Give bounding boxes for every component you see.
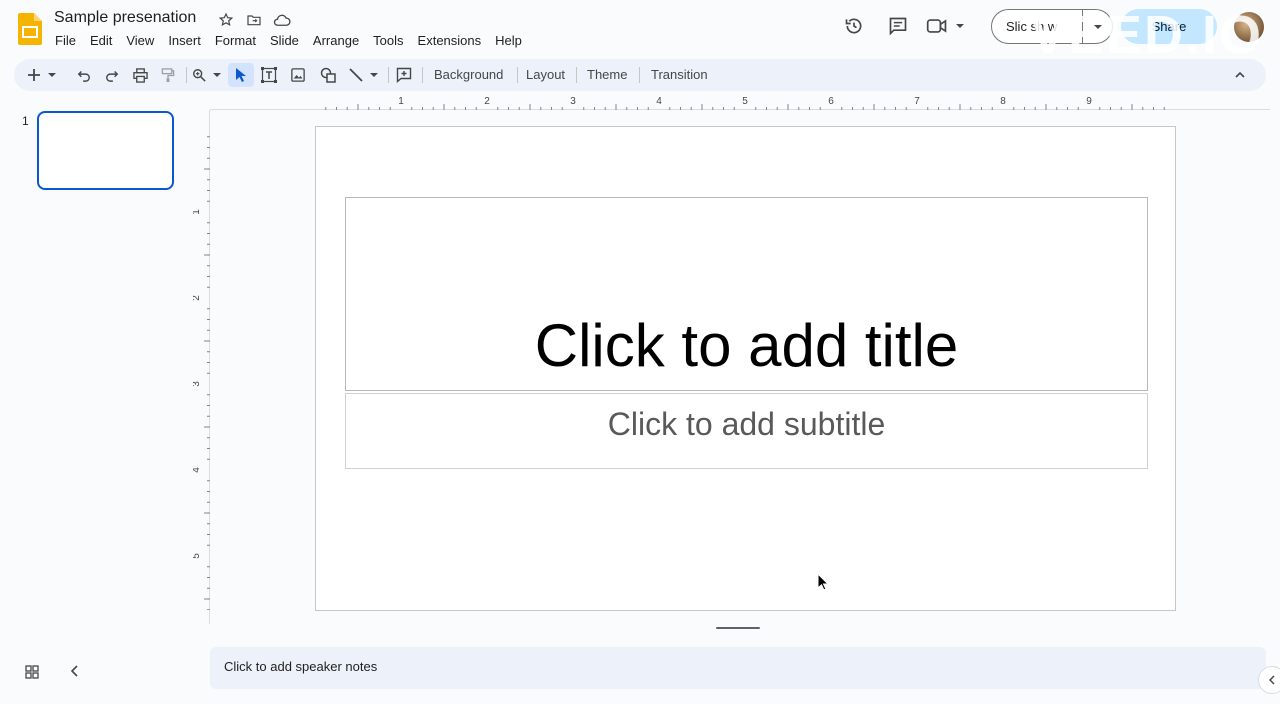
menu-help[interactable]: Help — [488, 31, 529, 50]
history-icon[interactable] — [838, 10, 870, 42]
avatar[interactable] — [1234, 12, 1264, 42]
share-button[interactable]: Share — [1121, 9, 1217, 44]
side-panel-toggle-icon[interactable] — [1258, 666, 1280, 694]
mouse-cursor-icon — [817, 573, 829, 591]
move-to-folder-icon[interactable] — [244, 10, 264, 30]
zoom-button[interactable] — [190, 63, 224, 87]
ruler-label: 5 — [742, 96, 748, 107]
image-icon[interactable] — [286, 63, 310, 87]
chevron-down-icon — [956, 24, 964, 28]
vertical-ruler[interactable]: 1 2 3 4 5 — [193, 126, 210, 610]
ruler-label: 7 — [914, 96, 920, 107]
menu-arrange[interactable]: Arrange — [306, 31, 366, 50]
slideshow-button[interactable]: Slic sh w — [991, 9, 1113, 44]
subtitle-placeholder-text: Click to add subtitle — [607, 406, 886, 442]
meet-button[interactable] — [926, 16, 966, 36]
horizontal-ruler[interactable]: 1 2 3 4 5 6 7 8 9 — [315, 94, 1175, 110]
ruler-label: 6 — [828, 96, 834, 107]
chevron-down-icon — [370, 73, 378, 77]
new-slide-icon — [28, 69, 40, 81]
ruler-label: 9 — [1086, 96, 1092, 107]
redo-icon[interactable] — [100, 63, 124, 87]
title-placeholder[interactable]: Click to add title — [345, 197, 1148, 391]
collapse-filmstrip-icon[interactable] — [68, 664, 84, 680]
cloud-saved-icon[interactable] — [272, 10, 292, 30]
slide-number: 1 — [22, 114, 29, 128]
select-icon[interactable] — [228, 63, 254, 87]
menu-bar: File Edit View Insert Format Slide Arran… — [48, 31, 529, 50]
slide-canvas[interactable]: Click to add title Click to add subtitle — [315, 126, 1176, 611]
menu-insert[interactable]: Insert — [161, 31, 208, 50]
speaker-notes-panel[interactable]: Click to add speaker notes — [210, 647, 1266, 689]
new-slide-button[interactable] — [24, 63, 60, 87]
star-icon[interactable] — [216, 10, 236, 30]
comments-icon[interactable] — [882, 10, 914, 42]
transition-button[interactable]: Transition — [651, 67, 708, 82]
menu-tools[interactable]: Tools — [366, 31, 410, 50]
menu-edit[interactable]: Edit — [83, 31, 119, 50]
slideshow-options-chevron-icon[interactable] — [1083, 22, 1112, 32]
ruler-label: 2 — [484, 96, 490, 107]
ruler-label: 1 — [193, 209, 202, 215]
ruler-label: 1 — [398, 96, 404, 107]
menu-file[interactable]: File — [48, 31, 83, 50]
grid-view-icon[interactable] — [24, 664, 40, 680]
layout-button[interactable]: Layout — [526, 67, 565, 82]
ruler-label: 2 — [193, 295, 202, 301]
ruler-label: 4 — [193, 467, 202, 473]
meet-camera-icon — [926, 19, 947, 33]
line-icon — [349, 68, 363, 82]
subtitle-placeholder[interactable]: Click to add subtitle — [345, 393, 1148, 469]
text-box-icon[interactable] — [257, 63, 281, 87]
collapse-toolbar-icon[interactable] — [1228, 63, 1252, 87]
main-toolbar: Background Layout Theme Transition — [14, 59, 1266, 91]
menu-view[interactable]: View — [119, 31, 161, 50]
menu-extensions[interactable]: Extensions — [411, 31, 489, 50]
document-title[interactable]: Sample presenation — [54, 9, 196, 27]
menu-slide[interactable]: Slide — [263, 31, 306, 50]
undo-icon[interactable] — [72, 63, 96, 87]
ruler-label: 3 — [193, 381, 202, 387]
speaker-notes-placeholder[interactable]: Click to add speaker notes — [224, 659, 377, 674]
slide-thumbnail[interactable] — [37, 111, 174, 190]
line-button[interactable] — [346, 63, 382, 87]
ruler-label: 5 — [193, 553, 202, 559]
chevron-down-icon — [48, 73, 56, 77]
background-button[interactable]: Background — [434, 67, 503, 82]
shape-icon[interactable] — [316, 63, 340, 87]
notes-resize-handle[interactable] — [716, 627, 760, 629]
slides-logo-icon[interactable] — [18, 13, 42, 45]
chevron-down-icon — [213, 73, 221, 77]
slideshow-label[interactable]: Slic sh w — [992, 19, 1082, 34]
paint-format-icon[interactable] — [156, 63, 180, 87]
print-icon[interactable] — [128, 63, 152, 87]
menu-format[interactable]: Format — [208, 31, 263, 50]
ruler-label: 8 — [1000, 96, 1006, 107]
title-placeholder-text: Click to add title — [534, 312, 959, 379]
ruler-label: 4 — [656, 96, 662, 107]
ruler-label: 3 — [570, 96, 576, 107]
comment-add-icon[interactable] — [392, 63, 416, 87]
zoom-icon — [193, 69, 206, 82]
app-header: Sample presenation File Edit View Insert… — [0, 0, 1280, 65]
theme-button[interactable]: Theme — [587, 67, 627, 82]
